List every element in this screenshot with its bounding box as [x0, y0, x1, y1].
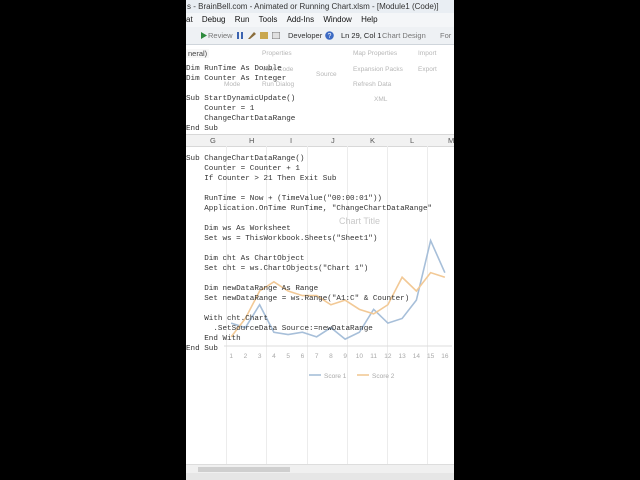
code-line[interactable]: Dim ws As Worksheet	[186, 224, 291, 234]
x-tick-label: 13	[399, 353, 407, 360]
x-tick-label: 8	[329, 353, 333, 360]
legend-label-2[interactable]: Score 2	[372, 373, 395, 380]
x-tick-label: 2	[244, 353, 248, 360]
project-explorer-icon[interactable]	[260, 32, 268, 39]
x-tick-label: 6	[301, 353, 305, 360]
svg-text:?: ?	[328, 33, 332, 40]
ribbon-source: Source	[316, 71, 337, 78]
col-header-i[interactable]: I	[290, 136, 292, 145]
tab-chart-design[interactable]: Chart Design	[382, 31, 426, 40]
code-line[interactable]: .SetSourceData Source:=newDataRange	[186, 324, 373, 334]
code-line[interactable]: Dim RunTime As Double	[186, 64, 282, 74]
menu-item-help[interactable]: Help	[361, 13, 377, 27]
x-tick-label: 4	[272, 353, 276, 360]
tab-developer[interactable]: Developer	[288, 31, 322, 40]
col-header-g[interactable]: G	[210, 136, 216, 145]
col-header-m[interactable]: M	[448, 136, 454, 145]
col-header-j[interactable]: J	[331, 136, 335, 145]
ribbon-refresh-data: Refresh Data	[353, 81, 392, 88]
run-icon[interactable]	[200, 32, 208, 39]
tab-review[interactable]: Review	[208, 31, 233, 40]
help-icon[interactable]: ?	[325, 31, 334, 40]
scrollbar-thumb[interactable]	[198, 467, 290, 472]
ribbon-export: Export	[418, 66, 437, 73]
code-line[interactable]: If Counter > 21 Then Exit Sub	[186, 174, 336, 184]
menu-bar: at Debug Run Tools Add-Ins Window Help	[186, 13, 454, 27]
code-line[interactable]: ChangeChartDataRange	[186, 114, 295, 124]
x-tick-label: 9	[343, 353, 347, 360]
x-tick-label: 11	[370, 353, 377, 360]
col-header-k[interactable]: K	[370, 136, 375, 145]
ribbon-expansion-packs: Expansion Packs	[353, 66, 403, 73]
code-line[interactable]: Sub ChangeChartDataRange()	[186, 154, 304, 164]
menu-item-run[interactable]: Run	[235, 13, 250, 27]
col-header-l[interactable]: L	[410, 136, 414, 145]
x-tick-label: 15	[427, 353, 435, 360]
pause-icon[interactable]	[236, 32, 244, 39]
menu-item-tools[interactable]: Tools	[259, 13, 278, 27]
ribbon-properties: Properties	[262, 50, 292, 57]
legend-label-1[interactable]: Score 1	[324, 373, 347, 380]
code-line[interactable]: Counter = Counter + 1	[186, 164, 300, 174]
cursor-position: Ln 29, Col 1	[341, 31, 382, 40]
code-line[interactable]: Set ws = ThisWorkbook.Sheets("Sheet1")	[186, 234, 377, 244]
x-tick-label: 7	[315, 353, 319, 360]
toolbar: Review Developer ? Ln 29, Col 1 Chart De…	[186, 27, 454, 45]
code-line[interactable]: With cht.Chart	[186, 314, 268, 324]
ribbon-map-properties: Map Properties	[353, 50, 398, 57]
design-mode-icon[interactable]	[248, 32, 256, 39]
tab-format[interactable]: For	[440, 31, 451, 40]
x-tick-label: 5	[286, 353, 290, 360]
code-line[interactable]: Dim cht As ChartObject	[186, 254, 304, 264]
code-line[interactable]: Set newDataRange = ws.Range("A1:C" & Cou…	[186, 294, 409, 304]
object-dropdown[interactable]: neral)	[186, 49, 210, 58]
code-line[interactable]: End With	[186, 334, 240, 344]
menu-item-debug[interactable]: Debug	[202, 13, 226, 27]
menu-item-addins[interactable]: Add-Ins	[287, 13, 315, 27]
code-line[interactable]: RunTime = Now + (TimeValue("00:00:01"))	[186, 194, 382, 204]
x-tick-label: 16	[441, 353, 449, 360]
x-tick-label: 12	[384, 353, 392, 360]
code-line[interactable]: Set cht = ws.ChartObjects("Chart 1")	[186, 264, 368, 274]
x-tick-label: 3	[258, 353, 262, 360]
code-line[interactable]: Sub StartDynamicUpdate()	[186, 94, 295, 104]
col-header-h[interactable]: H	[249, 136, 254, 145]
x-tick-label: 14	[413, 353, 421, 360]
menu-item-format[interactable]: at	[186, 13, 193, 27]
code-line[interactable]: Dim Counter As Integer	[186, 74, 286, 84]
code-line[interactable]: End Sub	[186, 124, 218, 134]
chart-title[interactable]: Chart Title	[339, 216, 380, 226]
ribbon-import: Import	[418, 50, 437, 57]
code-line[interactable]: Counter = 1	[186, 104, 254, 114]
menu-item-window[interactable]: Window	[323, 13, 351, 27]
vba-editor-screen: s - BrainBell.com - Animated or Running …	[186, 0, 454, 480]
code-line[interactable]: End Sub	[186, 344, 218, 354]
x-tick-label: 1	[229, 353, 233, 360]
x-tick-label: 10	[356, 353, 364, 360]
properties-icon[interactable]	[272, 32, 280, 39]
code-line[interactable]: Application.OnTime RunTime, "ChangeChart…	[186, 204, 432, 214]
window-title: s - BrainBell.com - Animated or Running …	[186, 0, 454, 13]
code-line[interactable]: Dim newDataRange As Range	[186, 284, 318, 294]
ribbon-xml: XML	[374, 96, 388, 103]
status-bar	[186, 473, 454, 480]
